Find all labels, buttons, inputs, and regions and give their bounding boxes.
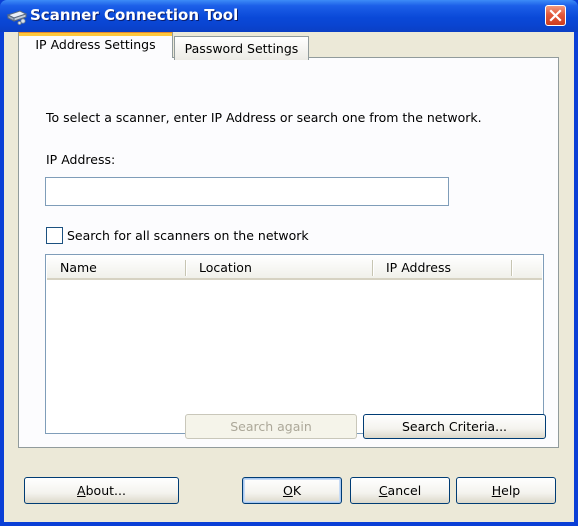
window-title: Scanner Connection Tool — [30, 6, 239, 24]
cancel-label: ancel — [387, 483, 422, 498]
cancel-button[interactable]: Cancel — [350, 477, 450, 504]
search-criteria-button[interactable]: Search Criteria... — [363, 414, 546, 439]
column-header-location[interactable]: Location — [199, 256, 252, 278]
list-header: Name Location IP Address — [47, 256, 542, 280]
scanner-list[interactable]: Name Location IP Address — [45, 254, 544, 434]
close-icon — [549, 9, 562, 22]
close-button[interactable] — [545, 5, 566, 26]
help-accelerator: H — [491, 483, 502, 498]
help-label: elp — [501, 483, 521, 498]
column-divider[interactable] — [372, 260, 373, 276]
cancel-accelerator: C — [378, 483, 388, 498]
about-accelerator: A — [77, 483, 86, 498]
help-button[interactable]: Help — [456, 477, 556, 504]
about-label: bout... — [85, 483, 126, 498]
ok-button[interactable]: OK — [242, 477, 342, 504]
tab-password-settings[interactable]: Password Settings — [174, 36, 309, 60]
column-divider[interactable] — [185, 260, 186, 276]
column-divider[interactable] — [511, 260, 512, 276]
search-all-label[interactable]: Search for all scanners on the network — [67, 228, 309, 243]
tab-ip-address-settings[interactable]: IP Address Settings — [18, 32, 173, 58]
search-all-checkbox[interactable] — [46, 227, 63, 244]
dialog-window: Scanner Connection Tool IP Address Setti… — [0, 0, 578, 526]
instructions-text: To select a scanner, enter IP Address or… — [46, 110, 482, 125]
ok-accelerator: O — [282, 483, 293, 498]
ok-label: K — [292, 483, 302, 498]
about-button[interactable]: About... — [24, 477, 179, 504]
scanner-icon — [6, 10, 28, 25]
column-header-name[interactable]: Name — [60, 256, 97, 278]
ip-address-input[interactable] — [45, 177, 449, 206]
column-header-ip-address[interactable]: IP Address — [386, 256, 451, 278]
title-bar[interactable]: Scanner Connection Tool — [0, 0, 578, 32]
search-again-button[interactable]: Search again — [185, 414, 357, 439]
ip-address-label: IP Address: — [46, 152, 116, 167]
